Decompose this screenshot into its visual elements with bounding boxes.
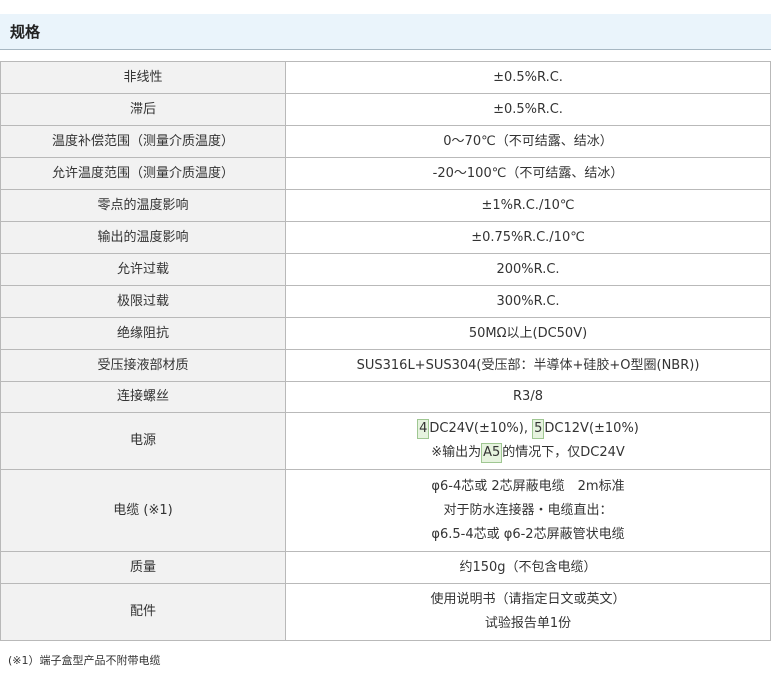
spec-value: ±0.5%R.C. <box>285 61 771 94</box>
spec-label: 零点的温度影响 <box>0 189 286 222</box>
spec-value: 0～70℃（不可结露、结冰） <box>285 125 771 158</box>
spec-value: 50MΩ以上(DC50V) <box>285 317 771 350</box>
spec-label: 绝缘阻抗 <box>0 317 286 350</box>
spec-table: 非线性 ±0.5%R.C. 滞后 ±0.5%R.C. 温度补偿范围（测量介质温度… <box>0 61 771 641</box>
spec-label: 输出的温度影响 <box>0 221 286 254</box>
spec-value: SUS316L+SUS304(受压部：半導体+硅胶+O型圈(NBR)) <box>285 349 771 382</box>
spec-row-wetted-material: 受压接液部材质 SUS316L+SUS304(受压部：半導体+硅胶+O型圈(NB… <box>0 349 771 382</box>
spec-row-power: 电源 4 DC24V(±10%), 5 DC12V(±10%) ※输出为 A5 的情况下… <box>0 412 771 470</box>
option-code-badge: 4 <box>417 419 430 439</box>
spec-row-connection-thread: 连接螺丝 R3/8 <box>0 381 771 413</box>
spec-row-allowable-overload: 允许过载 200%R.C. <box>0 253 771 286</box>
power-line-1: 4 DC24V(±10%), 5 DC12V(±10%) <box>290 417 766 441</box>
cable-line: 对于防水连接器・电缆直出： <box>443 502 613 518</box>
power-note-prefix: ※输出为 <box>431 445 482 460</box>
spec-value: 约150g（不包含电缆） <box>285 551 771 584</box>
section-title: 规格 <box>10 23 41 41</box>
spec-value-power: 4 DC24V(±10%), 5 DC12V(±10%) ※输出为 A5 的情况下，仅D… <box>285 412 771 470</box>
spec-row-nonlinearity: 非线性 ±0.5%R.C. <box>0 61 771 94</box>
spec-label: 滞后 <box>0 93 286 126</box>
spec-value: ±0.5%R.C. <box>285 93 771 126</box>
spec-row-hysteresis: 滞后 ±0.5%R.C. <box>0 93 771 126</box>
spec-row-weight: 质量 约150g（不包含电缆） <box>0 551 771 584</box>
power-text: DC24V(±10%), <box>429 421 528 436</box>
spec-label: 允许过载 <box>0 253 286 286</box>
spec-label: 连接螺丝 <box>0 381 286 413</box>
spec-row-cable: 电缆 (※1) φ6-4芯或 2芯屏蔽电缆 2m标准 对于防水连接器・电缆直出：… <box>0 469 771 552</box>
spec-label: 电缆 (※1) <box>0 469 286 552</box>
spec-page: 规格 非线性 ±0.5%R.C. 滞后 ±0.5%R.C. 温度补偿范围（测量介… <box>0 0 771 684</box>
spec-value: ±0.75%R.C./10℃ <box>285 221 771 254</box>
accessory-line: 使用说明书（请指定日文或英文） <box>430 592 626 607</box>
spec-row-compensated-temp: 温度补偿范围（测量介质温度） 0～70℃（不可结露、结冰） <box>0 125 771 158</box>
spec-row-output-temp-effect: 输出的温度影响 ±0.75%R.C./10℃ <box>0 221 771 254</box>
spec-row-limit-overload: 极限过载 300%R.C. <box>0 285 771 318</box>
cable-line: φ6-4芯或 2芯屏蔽电缆 2m标准 <box>431 478 625 494</box>
spec-value: ±1%R.C./10℃ <box>285 189 771 222</box>
spec-label: 温度补偿范围（测量介质温度） <box>0 125 286 158</box>
footnote: (※1）端子盒型产品不附带电缆 <box>8 654 161 667</box>
spec-label: 非线性 <box>0 61 286 94</box>
spec-value: 300%R.C. <box>285 285 771 318</box>
spec-label: 质量 <box>0 551 286 584</box>
spec-label: 电源 <box>0 412 286 470</box>
spec-row-zero-temp-effect: 零点的温度影响 ±1%R.C./10℃ <box>0 189 771 222</box>
spec-value-cable: φ6-4芯或 2芯屏蔽电缆 2m标准 对于防水连接器・电缆直出： φ6.5-4芯… <box>285 469 771 552</box>
option-code-badge: 5 <box>532 419 545 439</box>
accessory-line: 试验报告单1份 <box>484 616 572 631</box>
spec-label: 极限过载 <box>0 285 286 318</box>
option-code-badge: A5 <box>481 443 503 463</box>
spec-value: 200%R.C. <box>285 253 771 286</box>
power-line-2: ※输出为 A5 的情况下，仅DC24V <box>290 441 766 465</box>
section-header: 规格 <box>0 14 771 50</box>
spec-label: 受压接液部材质 <box>0 349 286 382</box>
cable-line: φ6.5-4芯或 φ6-2芯屏蔽管状电缆 <box>431 526 625 542</box>
spec-label: 允许温度范围（测量介质温度） <box>0 157 286 190</box>
spec-value: R3/8 <box>285 381 771 413</box>
power-note-suffix: 的情况下，仅DC24V <box>502 445 625 460</box>
power-text: DC12V(±10%) <box>544 421 639 436</box>
spec-value-accessories: 使用说明书（请指定日文或英文） 试验报告单1份 <box>285 583 771 641</box>
spec-value: -20～100℃（不可结露、结冰） <box>285 157 771 190</box>
spec-row-accessories: 配件 使用说明书（请指定日文或英文） 试验报告单1份 <box>0 583 771 641</box>
spec-label: 配件 <box>0 583 286 641</box>
spec-row-insulation: 绝缘阻抗 50MΩ以上(DC50V) <box>0 317 771 350</box>
spec-row-allowable-temp: 允许温度范围（测量介质温度） -20～100℃（不可结露、结冰） <box>0 157 771 190</box>
